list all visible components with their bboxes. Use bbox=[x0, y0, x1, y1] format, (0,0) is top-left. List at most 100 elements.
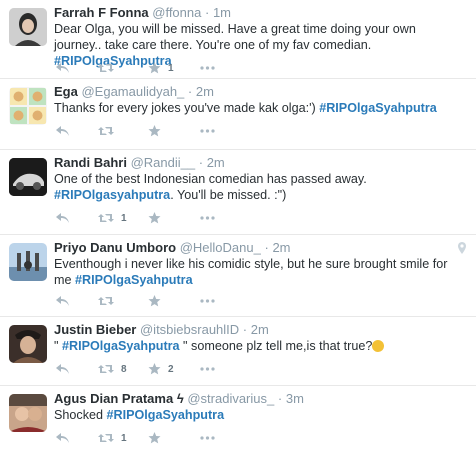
favorite-button[interactable] bbox=[148, 210, 168, 226]
hashtag-link[interactable]: #RIPOlgaSyahputra bbox=[62, 339, 180, 353]
more-dots-icon[interactable] bbox=[200, 430, 215, 446]
fullname[interactable]: Randi Bahri bbox=[54, 155, 127, 170]
time-separator: · bbox=[204, 5, 210, 20]
favorite-count: 1 bbox=[168, 62, 174, 74]
hashtag-link[interactable]: #RIPOlgaSyahputra bbox=[75, 273, 193, 287]
fullname[interactable]: Agus Dian Pratama bbox=[54, 391, 173, 406]
retweet-count: 8 bbox=[121, 363, 127, 375]
favorite-button[interactable] bbox=[148, 293, 168, 309]
hashtag-link[interactable]: #RIPOlgaSyahputra bbox=[319, 101, 437, 115]
tweet-text: Eventhough i never like his comidic styl… bbox=[54, 256, 466, 288]
avatar[interactable] bbox=[9, 8, 47, 46]
retweet-count: 1 bbox=[121, 212, 127, 224]
hashtag-link[interactable]: #RIPOlgasyahputra bbox=[54, 188, 170, 202]
username[interactable]: @Egamaulidyah_ bbox=[81, 84, 184, 99]
tweet-header: Agus Dian Pratama ϟ @stradivarius_ · 3m bbox=[54, 390, 466, 407]
avatar[interactable] bbox=[9, 394, 47, 432]
favorite-button[interactable]: 2 bbox=[148, 361, 174, 377]
tweet-header: Farrah F Fonna @ffonna · 1m bbox=[54, 4, 466, 21]
reply-icon[interactable] bbox=[56, 293, 70, 309]
worried-face-icon bbox=[372, 340, 385, 352]
star-icon bbox=[148, 432, 161, 444]
tweet[interactable]: Justin Bieber @itsbiebsrauhlID · 2m " #R… bbox=[0, 317, 476, 386]
fullname[interactable]: Farrah F Fonna bbox=[54, 5, 149, 20]
tweet-actions bbox=[56, 123, 256, 139]
hashtag-link[interactable]: #RIPOlgaSyahputra bbox=[107, 408, 225, 422]
star-icon bbox=[148, 363, 161, 375]
retweet-button[interactable]: 1 bbox=[98, 430, 127, 446]
tweet-text-segment: Shocked bbox=[54, 408, 107, 422]
timestamp[interactable]: 2m bbox=[207, 155, 225, 170]
tweet-text: Thanks for every jokes you've made kak o… bbox=[54, 100, 466, 116]
fullname[interactable]: Justin Bieber bbox=[54, 322, 136, 337]
star-icon bbox=[148, 295, 161, 307]
retweet-icon bbox=[98, 365, 114, 373]
username[interactable]: @HelloDanu_ bbox=[180, 240, 261, 255]
favorite-button[interactable]: 1 bbox=[148, 60, 174, 76]
time-separator: · bbox=[264, 240, 269, 255]
avatar[interactable] bbox=[9, 87, 47, 125]
time-separator: · bbox=[198, 155, 204, 170]
tweet-text-segment: Dear Olga, you will be missed. Have a gr… bbox=[54, 22, 416, 52]
retweet-button[interactable] bbox=[98, 60, 121, 76]
tweet-text-segment: . You'll be missed. :") bbox=[170, 188, 287, 202]
retweet-icon bbox=[98, 127, 114, 135]
more-dots-icon[interactable] bbox=[200, 361, 215, 377]
avatar[interactable] bbox=[9, 325, 47, 363]
star-icon bbox=[148, 62, 161, 74]
tweet-header: Randi Bahri @Randii__ · 2m bbox=[54, 154, 466, 171]
retweet-button[interactable]: 8 bbox=[98, 361, 127, 377]
reply-icon[interactable] bbox=[56, 361, 70, 377]
tweet[interactable]: Ega @Egamaulidyah_ · 2m Thanks for every… bbox=[0, 79, 476, 150]
time-separator: · bbox=[242, 322, 248, 337]
more-dots-icon[interactable] bbox=[200, 60, 215, 76]
timeline: Farrah F Fonna @ffonna · 1m Dear Olga, y… bbox=[0, 0, 476, 453]
tweet[interactable]: Randi Bahri @Randii__ · 2m One of the be… bbox=[0, 150, 476, 235]
avatar[interactable] bbox=[9, 158, 47, 196]
badge-icon: ϟ bbox=[176, 391, 184, 406]
more-dots-icon[interactable] bbox=[200, 123, 215, 139]
reply-icon[interactable] bbox=[56, 210, 70, 226]
timestamp[interactable]: 3m bbox=[286, 391, 304, 406]
retweet-button[interactable] bbox=[98, 293, 121, 309]
retweet-button[interactable]: 1 bbox=[98, 210, 127, 226]
username[interactable]: @Randii__ bbox=[131, 155, 196, 170]
avatar[interactable] bbox=[9, 243, 47, 281]
tweet-header: Justin Bieber @itsbiebsrauhlID · 2m bbox=[54, 321, 466, 338]
star-icon bbox=[148, 212, 161, 224]
tweet[interactable]: Farrah F Fonna @ffonna · 1m Dear Olga, y… bbox=[0, 0, 476, 79]
tweet-text-segment: " someone plz tell me,is that true? bbox=[179, 339, 373, 353]
reply-icon[interactable] bbox=[56, 430, 70, 446]
timestamp[interactable]: 2m bbox=[196, 84, 214, 99]
time-separator: · bbox=[187, 84, 193, 99]
retweet-icon bbox=[98, 297, 114, 305]
favorite-button[interactable] bbox=[148, 123, 168, 139]
tweet-text: One of the best Indonesian comedian has … bbox=[54, 171, 466, 203]
fullname[interactable]: Priyo Danu Umboro bbox=[54, 240, 176, 255]
reply-icon[interactable] bbox=[56, 123, 70, 139]
tweet-actions bbox=[56, 293, 256, 309]
tweet[interactable]: Agus Dian Pratama ϟ @stradivarius_ · 3m … bbox=[0, 386, 476, 453]
username[interactable]: @stradivarius_ bbox=[187, 391, 274, 406]
favorite-count: 2 bbox=[168, 363, 174, 375]
tweet-actions: 1 bbox=[56, 210, 256, 226]
reply-icon[interactable] bbox=[56, 60, 70, 76]
more-dots-icon[interactable] bbox=[200, 293, 215, 309]
star-icon bbox=[148, 125, 161, 137]
more-dots-icon[interactable] bbox=[200, 210, 215, 226]
retweet-icon bbox=[98, 434, 114, 442]
fullname[interactable]: Ega bbox=[54, 84, 78, 99]
favorite-button[interactable] bbox=[148, 430, 168, 446]
username[interactable]: @ffonna bbox=[152, 5, 201, 20]
timestamp[interactable]: 2m bbox=[251, 322, 269, 337]
retweet-button[interactable] bbox=[98, 123, 121, 139]
tweet[interactable]: Priyo Danu Umboro @HelloDanu_ · 2m Event… bbox=[0, 235, 476, 317]
tweet-actions: 1 bbox=[56, 60, 256, 76]
username[interactable]: @itsbiebsrauhlID bbox=[140, 322, 239, 337]
timestamp[interactable]: 2m bbox=[272, 240, 290, 255]
timestamp[interactable]: 1m bbox=[213, 5, 231, 20]
tweet-text: " #RIPOlgaSyahputra " someone plz tell m… bbox=[54, 338, 466, 354]
time-separator: · bbox=[277, 391, 283, 406]
tweet-text-segment: One of the best Indonesian comedian has … bbox=[54, 172, 367, 186]
tweet-text-segment: " bbox=[54, 339, 62, 353]
